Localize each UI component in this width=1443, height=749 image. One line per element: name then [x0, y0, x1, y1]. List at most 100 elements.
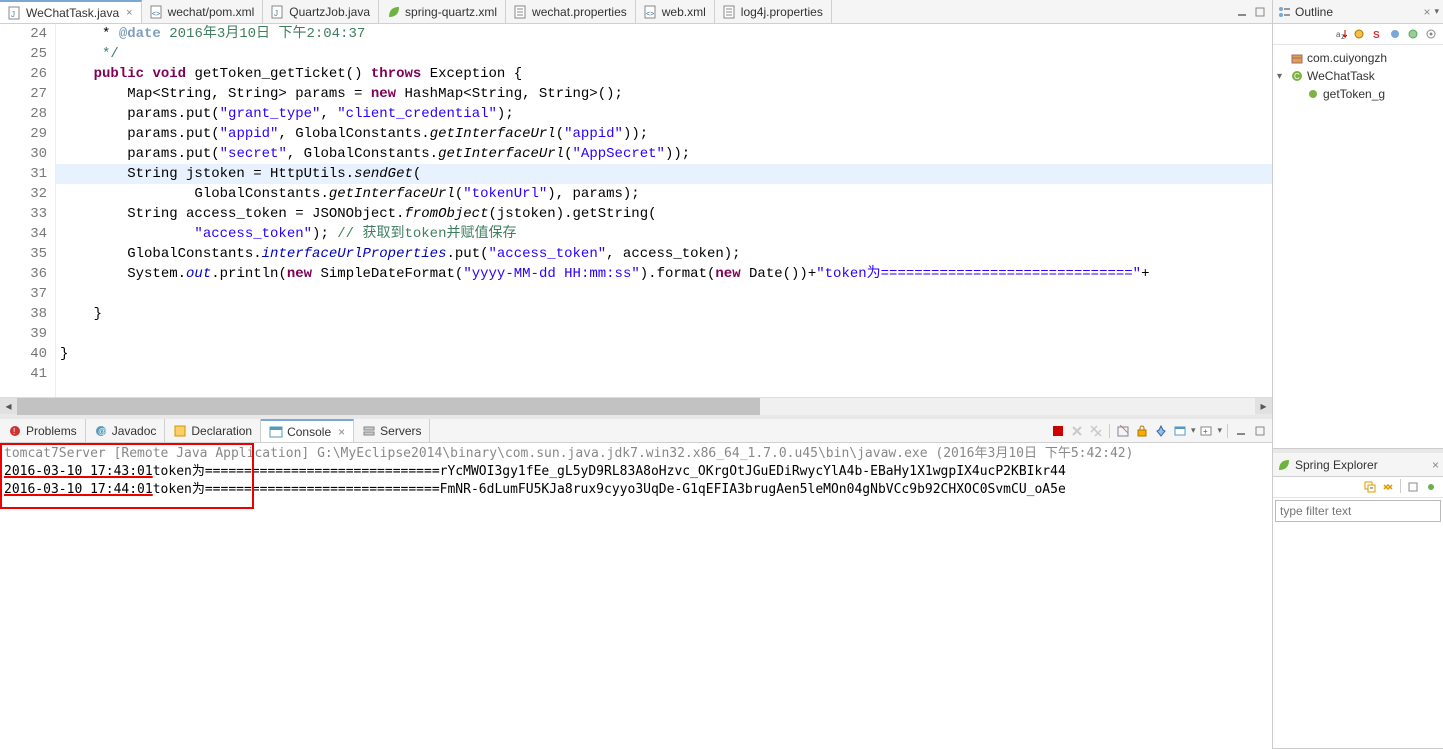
bottom-view-tab[interactable]: Console ×: [261, 419, 354, 442]
console-text: token为==============================FmNR…: [153, 482, 1066, 497]
outline-title: Outline: [1295, 5, 1419, 19]
minimize-editor-button[interactable]: [1234, 4, 1250, 20]
svg-text:C: C: [1294, 72, 1300, 81]
scroll-right-button[interactable]: ▸: [1255, 398, 1272, 415]
svg-text:J: J: [11, 10, 15, 19]
open-console-button[interactable]: +: [1198, 423, 1214, 439]
maximize-editor-button[interactable]: [1252, 4, 1268, 20]
display-selected-console-button[interactable]: [1172, 423, 1188, 439]
code-line[interactable]: */: [56, 44, 1272, 64]
spring-explorer-toolbar: [1273, 477, 1443, 498]
view-tab-label: Console: [287, 425, 331, 439]
console-output[interactable]: tomcat7Server [Remote Java Application] …: [0, 443, 1272, 749]
code-line[interactable]: public void getToken_getTicket() throws …: [56, 64, 1272, 84]
close-spring-explorer-button[interactable]: ×: [1432, 458, 1439, 472]
tab-label: WeChatTask.java: [26, 6, 119, 20]
pin-console-button[interactable]: [1153, 423, 1169, 439]
focus-button[interactable]: [1423, 26, 1439, 42]
link-with-editor-button[interactable]: [1380, 479, 1396, 495]
servers-icon: [362, 424, 376, 438]
code-editor[interactable]: 242526272829303132333435363738394041 * @…: [0, 24, 1272, 397]
hide-non-public-button[interactable]: [1387, 26, 1403, 42]
console-line[interactable]: 2016-03-10 17:44:01token为===============…: [4, 481, 1268, 499]
spring-filter-button[interactable]: [1405, 479, 1421, 495]
code-line[interactable]: String jstoken = HttpUtils.sendGet(: [56, 164, 1272, 184]
editor-tab[interactable]: log4j.properties: [715, 0, 832, 23]
view-tab-label: Servers: [380, 424, 421, 438]
code-line[interactable]: params.put("grant_type", "client_credent…: [56, 104, 1272, 124]
editor-tab[interactable]: J QuartzJob.java: [263, 0, 379, 23]
svg-text:J: J: [274, 9, 278, 18]
outline-icon: [1277, 5, 1291, 19]
code-line[interactable]: [56, 364, 1272, 384]
outline-item[interactable]: ▾CWeChatTask: [1275, 67, 1441, 85]
remove-launch-button[interactable]: [1069, 423, 1085, 439]
code-line[interactable]: params.put("appid", GlobalConstants.getI…: [56, 124, 1272, 144]
close-outline-button[interactable]: ×: [1423, 5, 1430, 19]
hide-static-button[interactable]: S: [1369, 26, 1385, 42]
package-icon: [1290, 51, 1304, 65]
scroll-lock-button[interactable]: [1134, 423, 1150, 439]
editor-horizontal-scrollbar[interactable]: ◂ ▸: [0, 397, 1272, 414]
editor-tab[interactable]: wechat.properties: [506, 0, 636, 23]
code-line[interactable]: System.out.println(new SimpleDateFormat(…: [56, 264, 1272, 284]
console-timestamp: 2016-03-10 17:44:01: [4, 482, 153, 497]
hide-local-button[interactable]: [1405, 26, 1421, 42]
maximize-view-button[interactable]: [1252, 423, 1268, 439]
close-tab-button[interactable]: ×: [126, 7, 132, 19]
terminate-button[interactable]: [1050, 423, 1066, 439]
editor-tab[interactable]: J WeChatTask.java ×: [0, 0, 142, 23]
editor-tab[interactable]: <> wechat/pom.xml: [142, 0, 264, 23]
code-line[interactable]: GlobalConstants.interfaceUrlProperties.p…: [56, 244, 1272, 264]
scroll-track[interactable]: [17, 398, 1255, 415]
hide-fields-button[interactable]: [1351, 26, 1367, 42]
editor-tab[interactable]: spring-quartz.xml: [379, 0, 506, 23]
code-line[interactable]: params.put("secret", GlobalConstants.get…: [56, 144, 1272, 164]
scroll-left-button[interactable]: ◂: [0, 398, 17, 415]
bottom-view-tab[interactable]: !Problems: [0, 419, 86, 442]
code-line[interactable]: Map<String, String> params = new HashMap…: [56, 84, 1272, 104]
code-line[interactable]: [56, 284, 1272, 304]
clear-console-button[interactable]: [1115, 423, 1131, 439]
tab-label: QuartzJob.java: [289, 5, 370, 19]
code-line[interactable]: }: [56, 304, 1272, 324]
code-line[interactable]: }: [56, 344, 1272, 364]
console-line[interactable]: 2016-03-10 17:43:01token为===============…: [4, 463, 1268, 481]
code-line[interactable]: "access_token"); // 获取到token并赋值保存: [56, 224, 1272, 244]
spring-filter-input[interactable]: [1275, 500, 1441, 522]
minimize-view-button[interactable]: [1233, 423, 1249, 439]
bottom-view-tab[interactable]: Servers: [354, 419, 430, 442]
outline-item[interactable]: getToken_g: [1275, 85, 1441, 103]
bottom-panel: !Problems@Javadoc Declaration Console × Serv…: [0, 414, 1272, 749]
remove-all-button[interactable]: [1088, 423, 1104, 439]
outline-toolbar: az S: [1273, 24, 1443, 45]
view-tab-label: Declaration: [191, 424, 252, 438]
xml-file-icon: <>: [644, 5, 658, 19]
editor-tab-bar: J WeChatTask.java × <> wechat/pom.xml J Quartz…: [0, 0, 1272, 24]
code-line[interactable]: String access_token = JSONObject.fromObj…: [56, 204, 1272, 224]
outline-tree[interactable]: com.cuiyongzh▾CWeChatTaskgetToken_g: [1273, 45, 1443, 107]
sort-button[interactable]: az: [1333, 26, 1349, 42]
spring-refresh-button[interactable]: [1423, 479, 1439, 495]
spring-explorer-title: Spring Explorer: [1295, 458, 1428, 472]
code-line[interactable]: GlobalConstants.getInterfaceUrl("tokenUr…: [56, 184, 1272, 204]
method-icon: [1306, 87, 1320, 101]
svg-text:+: +: [1203, 427, 1208, 436]
tree-twisty[interactable]: ▾: [1277, 71, 1287, 82]
collapse-all-button[interactable]: [1362, 479, 1378, 495]
xml-file-icon: <>: [150, 5, 164, 19]
code-content[interactable]: * @date 2016年3月10日 下午2:04:37 */ public v…: [56, 24, 1272, 397]
bottom-view-tab[interactable]: @Javadoc: [86, 419, 166, 442]
javadoc-icon: @: [94, 424, 108, 438]
code-line[interactable]: * @date 2016年3月10日 下午2:04:37: [56, 24, 1272, 44]
code-line[interactable]: [56, 324, 1272, 344]
class-icon: C: [1290, 69, 1304, 83]
outline-item[interactable]: com.cuiyongzh: [1275, 49, 1441, 67]
scroll-thumb[interactable]: [17, 398, 760, 415]
bottom-view-tab[interactable]: Declaration: [165, 419, 261, 442]
tab-label: wechat/pom.xml: [168, 5, 255, 19]
close-view-button[interactable]: ×: [338, 425, 345, 439]
editor-tab[interactable]: <>web.xml: [636, 0, 715, 23]
problems-icon: !: [8, 424, 22, 438]
outline-view-menu[interactable]: ▾: [1434, 6, 1439, 17]
